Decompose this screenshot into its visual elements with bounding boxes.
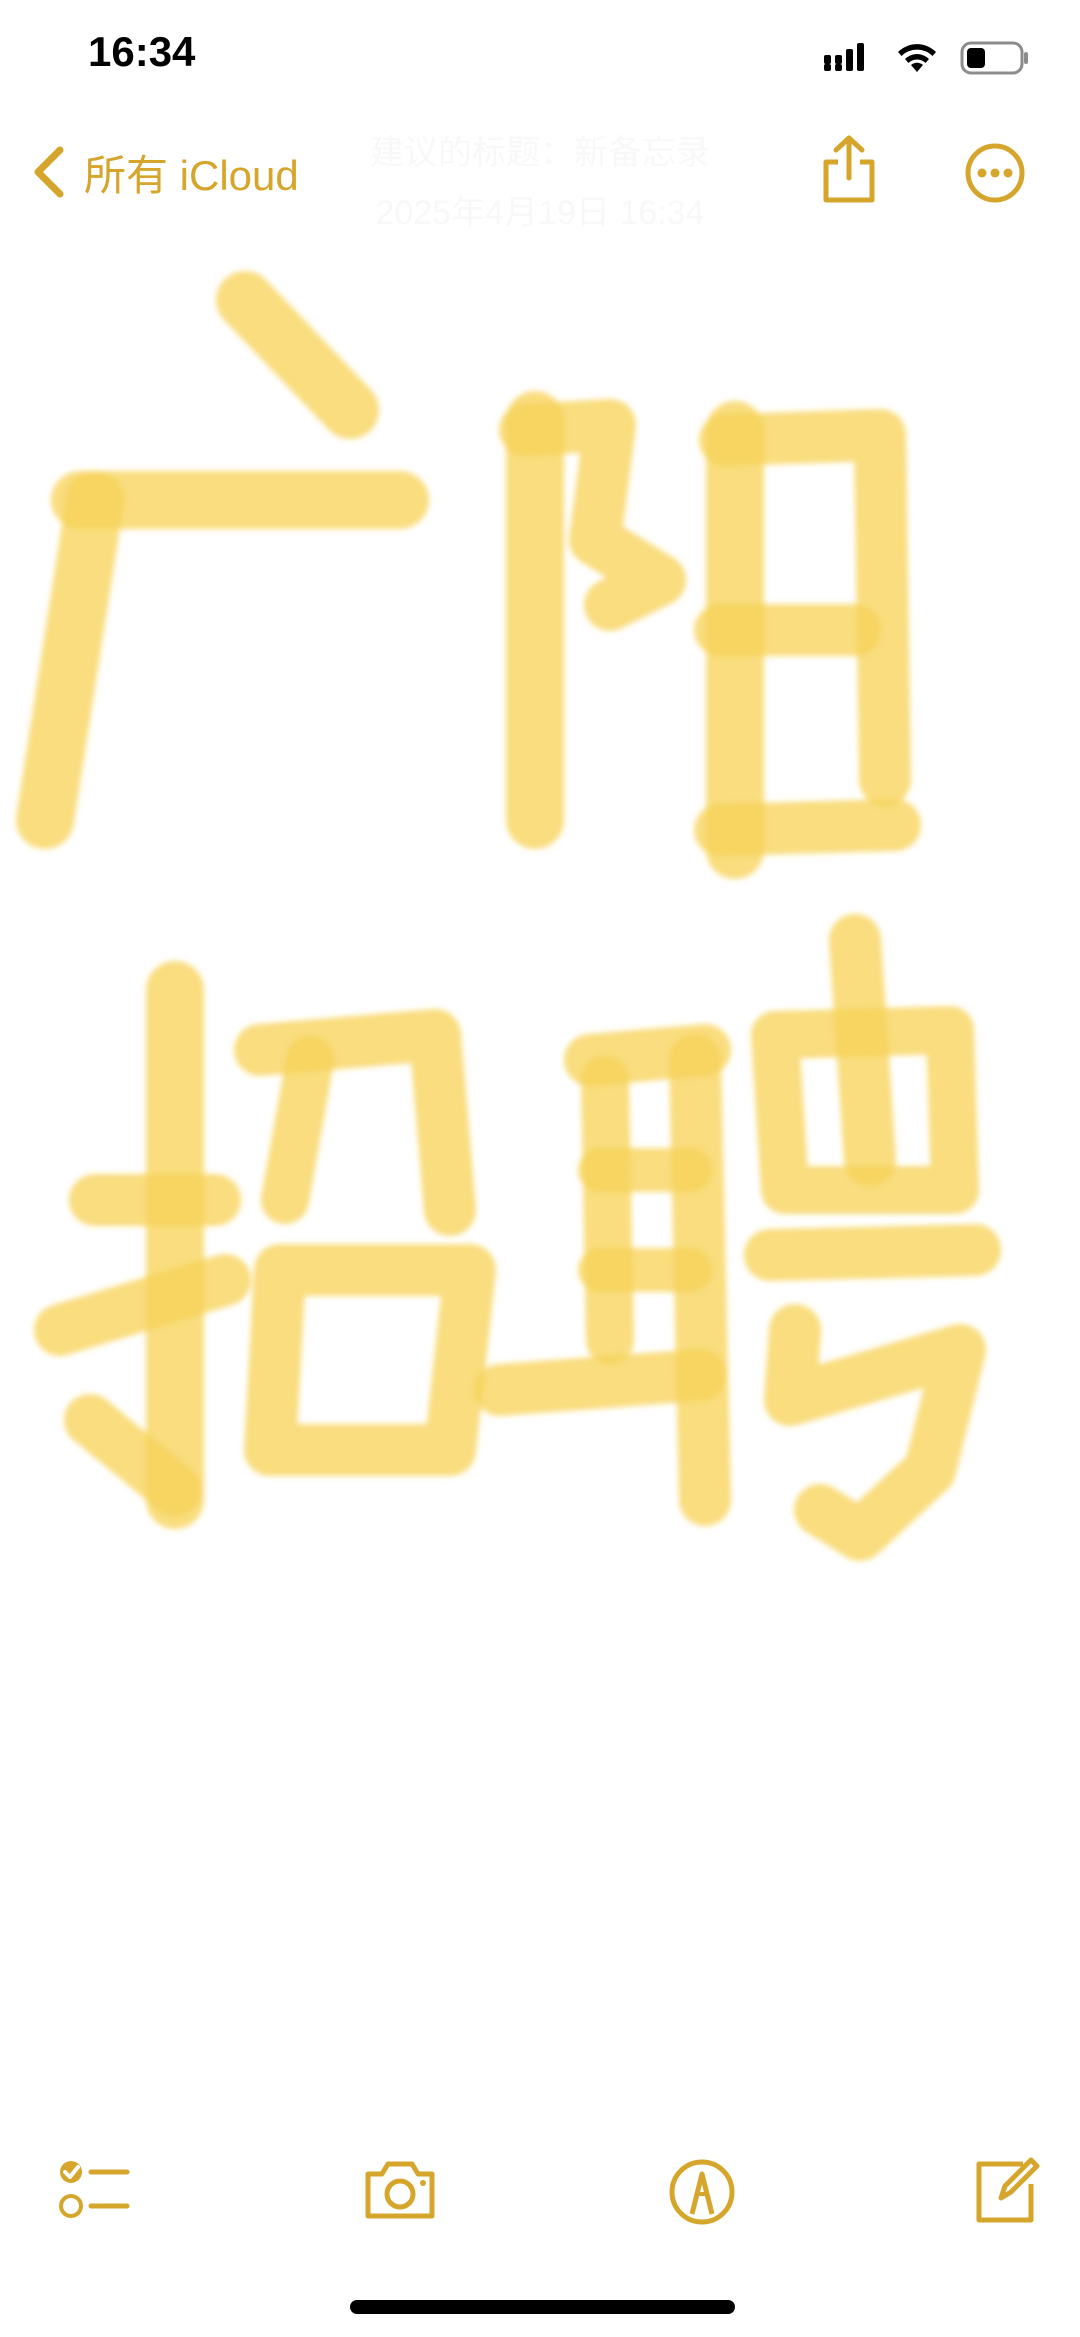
- drawing-canvas[interactable]: [0, 240, 1080, 1620]
- camera-icon[interactable]: [360, 2150, 440, 2230]
- compose-icon[interactable]: [965, 2150, 1045, 2230]
- stroke-zhao-kou: [244, 1244, 496, 1476]
- stroke-zhao-dao-left: [261, 1036, 334, 1224]
- bottom-toolbar: [0, 2150, 1080, 2250]
- stroke-pin-ear-vert-left: [581, 1056, 634, 1364]
- handwriting-drawing: [16, 271, 1001, 1561]
- stroke-pin-ear-base: [474, 1349, 726, 1416]
- home-indicator: [350, 2300, 735, 2314]
- stroke-yang-sun-bottom: [694, 799, 921, 856]
- stroke-pin-hook: [764, 1304, 986, 1561]
- stroke-guang-dot: [216, 271, 379, 439]
- markup-pen-icon[interactable]: [662, 2150, 742, 2230]
- stroke-guang-left: [16, 471, 124, 849]
- stroke-pin-bar: [744, 1224, 1001, 1281]
- checklist-icon[interactable]: [55, 2150, 135, 2230]
